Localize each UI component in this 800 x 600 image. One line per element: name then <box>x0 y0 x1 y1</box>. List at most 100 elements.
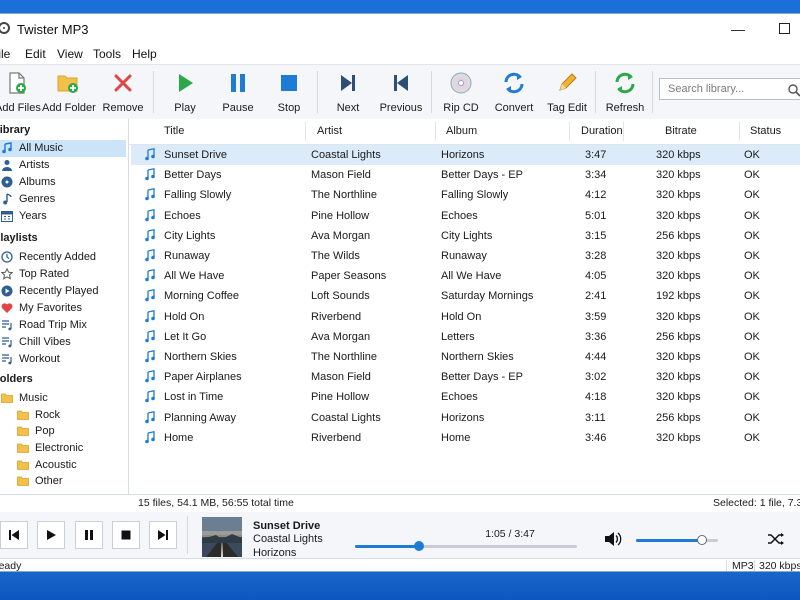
sidebar-item-folder-music[interactable]: Music <box>0 390 126 407</box>
table-row[interactable]: Planning Away Coastal Lights Horizons 3:11 2… <box>131 408 800 428</box>
sidebar-item-folder-pop[interactable]: Pop <box>0 423 126 440</box>
column-divider[interactable] <box>623 122 624 141</box>
table-row[interactable]: Let It Go Ava Morgan Letters 3:36 256 kbps OK <box>131 327 800 347</box>
table-row[interactable]: Lost in Time Pine Hollow Echoes 4:18 320 kbp… <box>131 387 800 407</box>
tag-edit-button[interactable]: Tag Edit <box>543 65 591 119</box>
column-status[interactable]: Status <box>750 125 781 137</box>
minimize-button[interactable]: — <box>715 14 761 44</box>
sidebar-item-chill-vibes[interactable]: Chill Vibes <box>0 334 126 351</box>
cell-artist: Loft Sounds <box>311 290 370 303</box>
sidebar-item-my-favorites[interactable]: My Favorites <box>0 300 126 317</box>
shuffle-icon[interactable] <box>767 532 785 546</box>
play-circle-icon <box>1 285 13 297</box>
sidebar-item-label: Recently Added <box>19 251 97 263</box>
menu-help[interactable]: Help <box>132 47 157 61</box>
table-row[interactable]: Morning Coffee Loft Sounds Saturday Mornin… <box>131 286 800 306</box>
cell-duration: 4:44 <box>585 351 607 363</box>
cell-duration: 3:36 <box>585 330 607 343</box>
sidebar-item-folder-other[interactable]: Other <box>0 473 126 490</box>
sidebar-item-top-rated[interactable]: Top Rated <box>0 266 126 283</box>
cell-artist: The Northline <box>311 351 378 363</box>
column-bitrate[interactable]: Bitrate <box>665 125 697 137</box>
previous-track-icon <box>9 530 19 540</box>
column-artist[interactable]: Artist <box>317 125 342 137</box>
menu-view[interactable]: View <box>57 47 83 61</box>
convert-button[interactable]: Convert <box>491 65 537 119</box>
pause-button[interactable]: Pause <box>216 65 260 119</box>
cell-album: Home <box>441 431 471 444</box>
player-play-button[interactable] <box>37 521 65 549</box>
column-divider[interactable] <box>435 122 436 141</box>
seek-progress <box>355 545 420 548</box>
menu-file[interactable]: File <box>0 47 10 61</box>
sidebar-item-label: Music <box>19 392 48 404</box>
sidebar-item-road-trip-mix[interactable]: Road Trip Mix <box>0 317 126 334</box>
table-row[interactable]: Falling Slowly The Northline Falling Slowl… <box>131 185 800 205</box>
player-previous-button[interactable] <box>0 521 28 549</box>
column-divider[interactable] <box>739 122 740 141</box>
sidebar-item-recently-played[interactable]: Recently Played <box>0 283 126 300</box>
rip-cd-button[interactable]: Rip CD <box>439 65 483 119</box>
volume-slider[interactable] <box>636 535 718 545</box>
table-row[interactable]: Better Days Mason Field Better Days - EP 3:… <box>131 165 800 185</box>
table-row[interactable]: City Lights Ava Morgan City Lights 3:15 256 … <box>131 226 800 246</box>
play-button[interactable]: Play <box>163 65 207 119</box>
cell-status: OK <box>744 310 760 323</box>
cell-title: Planning Away <box>164 411 236 424</box>
search-input[interactable] <box>666 82 780 96</box>
sidebar-item-recently-added[interactable]: Recently Added <box>0 249 126 266</box>
cell-bitrate: 320 kbps <box>656 209 701 222</box>
table-row[interactable]: Home Riverbend Home 3:46 320 kbps OK <box>131 428 800 448</box>
sidebar-item-all-music[interactable]: All Music <box>0 140 126 157</box>
table-row[interactable]: Runaway The Wilds Runaway 3:28 320 kbps OK <box>131 246 800 266</box>
column-duration[interactable]: Duration <box>581 125 623 137</box>
menu-edit[interactable]: Edit <box>25 47 46 61</box>
seek-bar[interactable] <box>355 541 577 551</box>
menu-tools[interactable]: Tools <box>93 47 121 61</box>
search-box[interactable] <box>659 78 800 100</box>
player-next-button[interactable] <box>149 521 177 549</box>
table-row[interactable]: All We Have Paper Seasons All We Have 4:05 3… <box>131 266 800 286</box>
player-pause-button[interactable] <box>75 521 103 549</box>
table-row[interactable]: Sunset Drive Coastal Lights Horizons 3:47 32… <box>131 145 800 165</box>
cell-album: Horizons <box>441 411 485 424</box>
search-icon[interactable] <box>787 83 800 97</box>
table-row[interactable]: Paper Airplanes Mason Field Better Days - … <box>131 367 800 387</box>
cell-artist: Pine Hollow <box>311 391 370 404</box>
table-row[interactable]: Northern Skies The Northline Northern Skie… <box>131 347 800 367</box>
seek-handle[interactable] <box>414 541 425 551</box>
sidebar-heading-playlists: Playlists <box>0 232 38 244</box>
maximize-button[interactable] <box>761 14 800 44</box>
sidebar-item-artists[interactable]: Artists <box>0 157 126 174</box>
stop-button[interactable]: Stop <box>267 65 311 119</box>
remove-button[interactable]: Remove <box>101 65 145 119</box>
column-album[interactable]: Album <box>446 125 477 137</box>
add-folder-button[interactable]: Add Folder <box>42 65 96 119</box>
sidebar-item-workout[interactable]: Workout <box>0 351 126 368</box>
column-divider[interactable] <box>569 122 570 141</box>
cell-status: OK <box>744 371 760 384</box>
player-stop-button[interactable] <box>112 521 140 549</box>
volume-handle[interactable] <box>696 535 707 545</box>
sidebar-item-folder-electronic[interactable]: Electronic <box>0 440 126 457</box>
library-summary: 15 files, 54.1 MB, 56:55 total time <box>138 497 294 509</box>
sidebar-item-years[interactable]: Years <box>0 208 126 225</box>
volume-icon[interactable] <box>604 531 622 547</box>
column-divider[interactable] <box>305 122 306 141</box>
sidebar-item-folder-acoustic[interactable]: Acoustic <box>0 457 126 474</box>
add-files-button[interactable]: Add Files <box>0 65 41 119</box>
previous-button[interactable]: Previous <box>377 65 425 119</box>
cell-duration: 3:15 <box>585 229 607 242</box>
table-row[interactable]: Hold On Riverbend Hold On 3:59 320 kbps OK <box>131 307 800 327</box>
table-row[interactable]: Echoes Pine Hollow Echoes 5:01 320 kbps OK <box>131 206 800 226</box>
column-title[interactable]: Title <box>164 125 184 137</box>
sidebar-item-albums[interactable]: Albums <box>0 174 126 191</box>
next-button[interactable]: Next <box>326 65 370 119</box>
cell-bitrate: 320 kbps <box>656 391 701 404</box>
sidebar-item-genres[interactable]: Genres <box>0 191 126 208</box>
refresh-button[interactable]: Refresh <box>602 65 648 119</box>
rip-cd-label: Rip CD <box>443 102 479 114</box>
sidebar-item-folder-rock[interactable]: Rock <box>0 407 126 424</box>
cell-status: OK <box>744 209 760 222</box>
star-icon <box>1 268 13 280</box>
